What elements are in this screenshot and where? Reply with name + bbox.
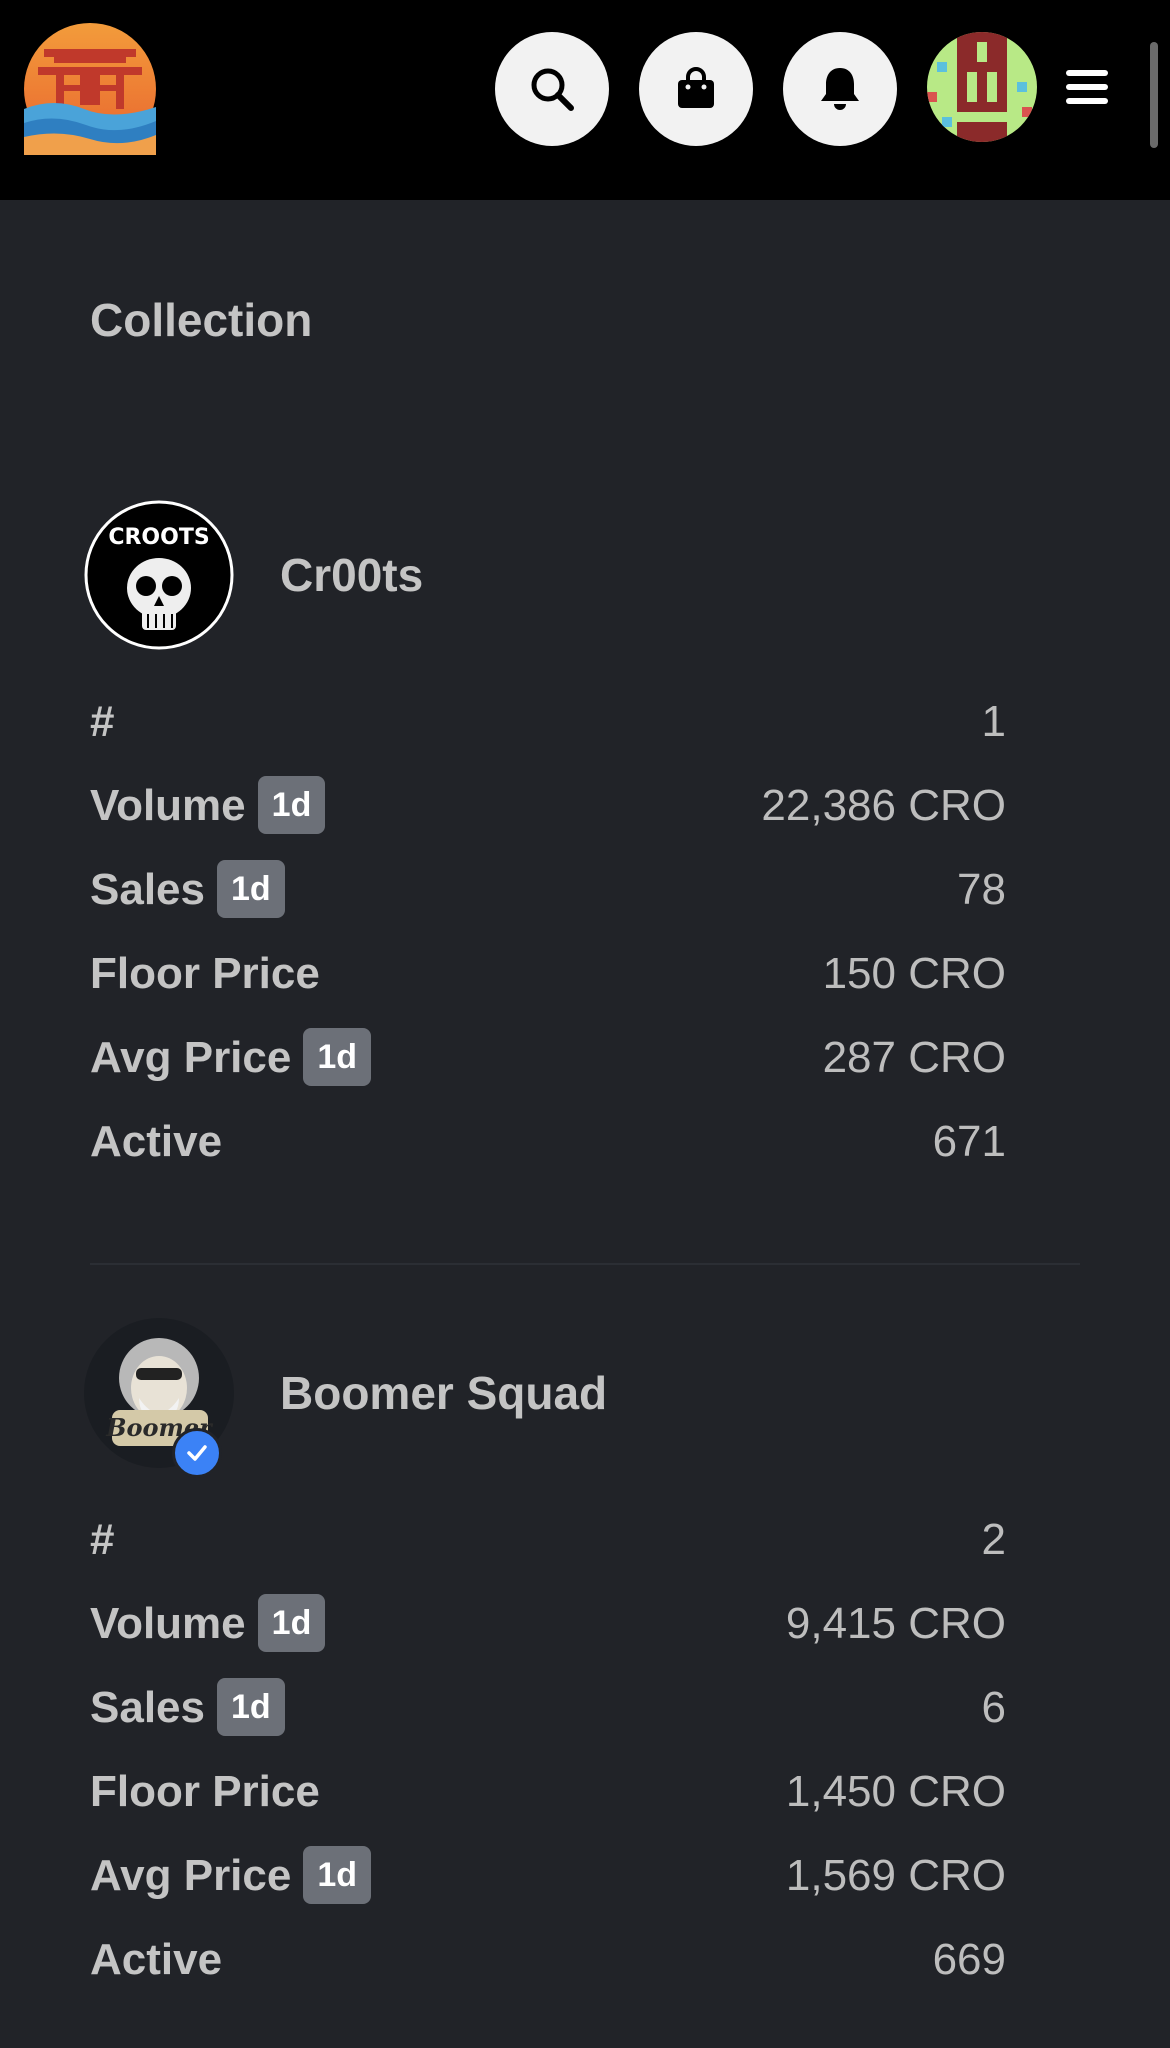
user-avatar[interactable] <box>927 32 1037 142</box>
stat-label: # <box>90 697 115 746</box>
collection-name[interactable]: Boomer Squad <box>280 1363 607 1423</box>
stat-value: 6 <box>981 1683 1006 1732</box>
stat-label: Floor Price <box>90 1767 320 1816</box>
stat-label: Sales <box>90 865 205 914</box>
page-scrollbar[interactable] <box>1150 42 1158 148</box>
stat-value: 1 <box>981 697 1006 746</box>
stat-avg-price: Avg Price 1d 1,569 CRO <box>90 1844 1006 1908</box>
stat-active: Active 671 <box>90 1110 1006 1174</box>
stat-volume: Volume 1d 9,415 CRO <box>90 1592 1006 1656</box>
stat-label: Active <box>90 1117 223 1166</box>
top-nav-bar <box>0 0 1170 200</box>
stat-value: 22,386 CRO <box>761 781 1006 830</box>
site-logo[interactable] <box>24 23 156 155</box>
stat-value: 669 <box>932 1935 1006 1984</box>
card-divider <box>90 1263 1080 1265</box>
search-button[interactable] <box>495 32 609 146</box>
stat-value: 1,450 CRO <box>785 1767 1006 1816</box>
stat-label: Volume <box>90 781 246 830</box>
notifications-button[interactable] <box>783 32 897 146</box>
stat-value: 150 CRO <box>822 949 1006 998</box>
stat-sales: Sales 1d 6 <box>90 1676 1006 1740</box>
stat-label: Floor Price <box>90 949 320 998</box>
stat-label: Avg Price <box>90 1851 292 1900</box>
stat-floor-price: Floor Price 150 CRO <box>90 942 1006 1006</box>
stat-rank: # 1 <box>90 690 1006 754</box>
period-badge: 1d <box>257 776 326 835</box>
period-badge: 1d <box>216 1678 285 1737</box>
pixel-avatar-icon <box>927 32 1037 142</box>
collection-name[interactable]: Cr00ts <box>280 545 423 605</box>
stat-value: 2 <box>981 1515 1006 1564</box>
verified-badge-icon <box>172 1428 222 1478</box>
stat-volume: Volume 1d 22,386 CRO <box>90 774 1006 838</box>
hamburger-menu-icon[interactable] <box>1066 68 1108 106</box>
stat-value: 1,569 CRO <box>785 1851 1006 1900</box>
stat-label: Avg Price <box>90 1033 292 1082</box>
stat-value: 671 <box>932 1117 1006 1166</box>
stat-label: Active <box>90 1935 223 1984</box>
stat-value: 9,415 CRO <box>785 1599 1006 1648</box>
stat-avg-price: Avg Price 1d 287 CRO <box>90 1026 1006 1090</box>
avatar-text: CROOTS <box>108 525 209 550</box>
search-icon <box>531 68 574 111</box>
pagoda-waves-logo-icon <box>24 23 156 155</box>
period-badge: 1d <box>303 1028 372 1087</box>
skull-logo-icon: CROOTS <box>84 500 234 650</box>
stat-label: Sales <box>90 1683 205 1732</box>
stat-label: Volume <box>90 1599 246 1648</box>
period-badge: 1d <box>257 1594 326 1653</box>
shopping-bag-icon <box>678 67 714 108</box>
stat-sales: Sales 1d 78 <box>90 858 1006 922</box>
stat-label: # <box>90 1515 115 1564</box>
collection-avatar[interactable]: CROOTS <box>84 500 234 650</box>
page-title: Collection <box>90 294 313 346</box>
period-badge: 1d <box>303 1846 372 1905</box>
stat-active: Active 669 <box>90 1928 1006 1992</box>
cart-button[interactable] <box>639 32 753 146</box>
period-badge: 1d <box>216 860 285 919</box>
stat-value: 78 <box>957 865 1006 914</box>
bell-icon <box>821 68 859 110</box>
stat-floor-price: Floor Price 1,450 CRO <box>90 1760 1006 1824</box>
stat-rank: # 2 <box>90 1508 1006 1572</box>
stat-value: 287 CRO <box>822 1033 1006 1082</box>
